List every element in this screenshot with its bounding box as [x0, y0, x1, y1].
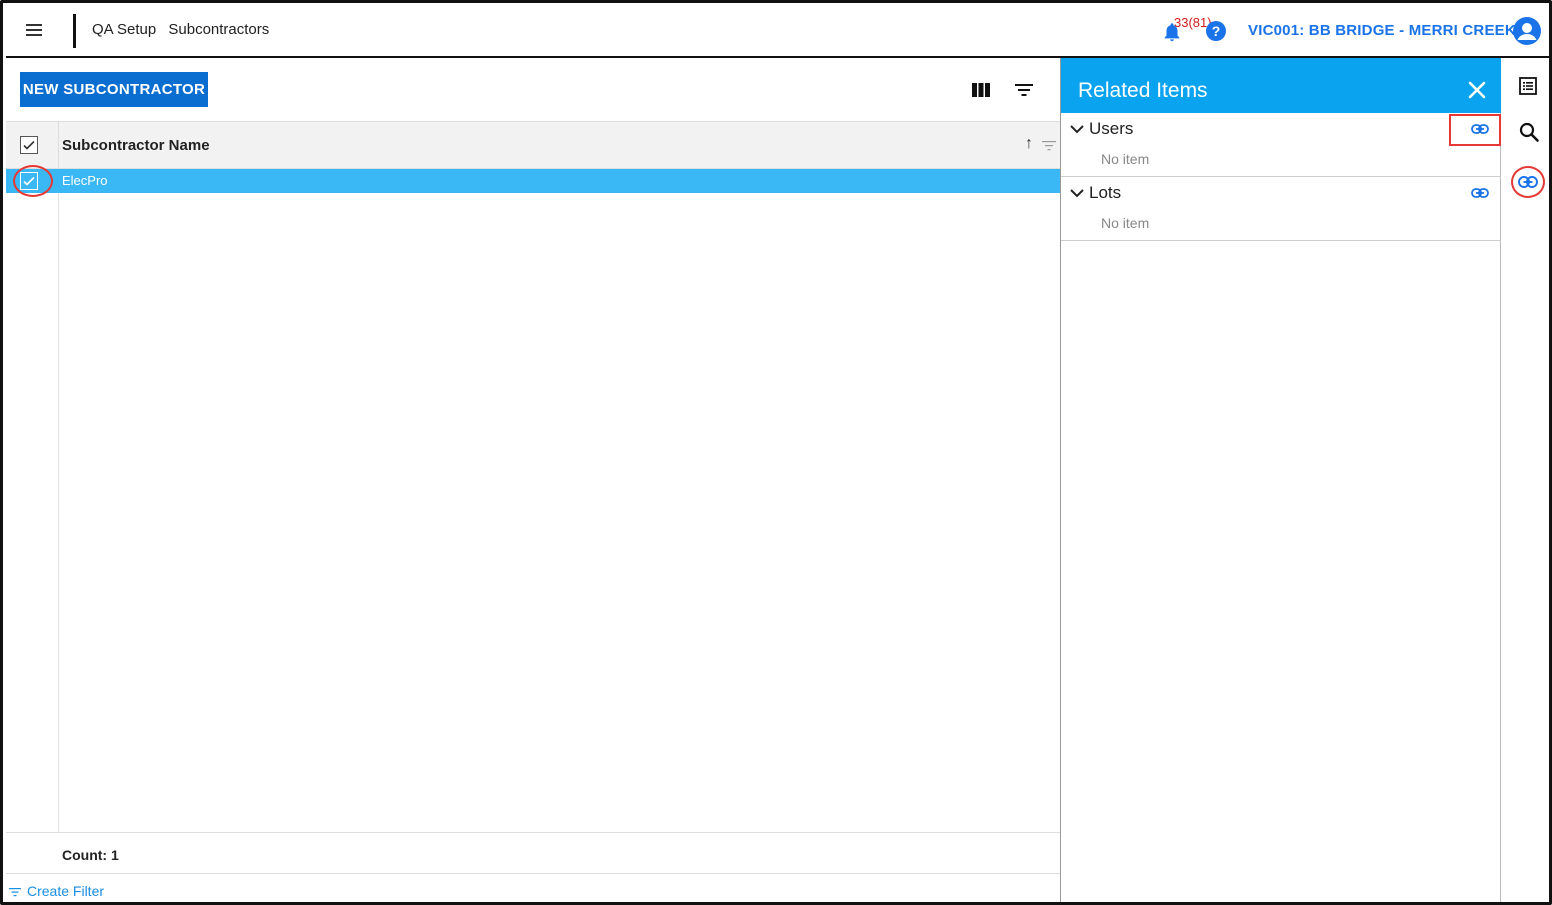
annotation-circle: [13, 165, 53, 197]
hamburger-icon[interactable]: [26, 22, 44, 36]
search-icon[interactable]: [1518, 121, 1540, 143]
right-rail: [1501, 58, 1549, 902]
breadcrumb: QA Setup Subcontractors: [92, 21, 277, 38]
help-icon[interactable]: ?: [1206, 21, 1226, 41]
count-footer: Count: 1: [6, 832, 1060, 874]
list-icon[interactable]: [1519, 77, 1537, 95]
sort-ascending-icon[interactable]: ↑: [1025, 135, 1033, 153]
related-section-lots: Lots No item: [1061, 177, 1501, 241]
close-icon[interactable]: [1467, 80, 1487, 100]
breadcrumb-subcontractors: Subcontractors: [168, 21, 270, 38]
filter-icon[interactable]: [1015, 82, 1033, 98]
related-section-users: Users No item: [1061, 113, 1501, 177]
row-subcontractor-name: ElecPro: [62, 173, 108, 188]
section-label-users[interactable]: Users: [1089, 119, 1133, 139]
app-window: QA Setup Subcontractors 33(81) ? VIC001:…: [0, 0, 1552, 905]
breadcrumb-qa-setup[interactable]: QA Setup: [92, 21, 156, 38]
create-filter-label: Create Filter: [27, 883, 105, 899]
header-divider: [73, 14, 76, 48]
column-separator: [58, 122, 59, 168]
column-filter-icon[interactable]: [1042, 140, 1056, 152]
chevron-down-icon[interactable]: [1069, 187, 1085, 199]
section-empty-lots: No item: [1101, 215, 1150, 231]
create-filter-icon: [9, 888, 21, 897]
project-selector[interactable]: VIC001: BB BRIDGE - MERRI CREEK: [1248, 22, 1516, 39]
create-filter-link[interactable]: Create Filter: [9, 883, 104, 899]
row-count: Count: 1: [62, 847, 119, 863]
column-separator: [58, 193, 59, 833]
annotation-box: [1449, 114, 1501, 146]
account-icon[interactable]: [1513, 17, 1541, 45]
link-icon[interactable]: [1471, 186, 1489, 200]
columns-icon[interactable]: [972, 83, 990, 97]
column-header-subcontractor-name[interactable]: Subcontractor Name: [62, 137, 210, 154]
table-row[interactable]: ElecPro: [6, 169, 1060, 193]
section-label-lots[interactable]: Lots: [1089, 183, 1121, 203]
related-items-panel: Related Items Users No item Lots No item: [1060, 58, 1501, 902]
grid-header: Subcontractor Name ↑: [6, 121, 1060, 169]
chevron-down-icon[interactable]: [1069, 123, 1085, 135]
top-header: QA Setup Subcontractors 33(81) ? VIC001:…: [6, 6, 1549, 58]
subcontractor-grid-area: NEW SUBCONTRACTOR Subcontractor Name ↑ E…: [6, 60, 1060, 902]
new-subcontractor-button[interactable]: NEW SUBCONTRACTOR: [20, 72, 208, 107]
related-items-header: Related Items: [1061, 58, 1501, 113]
section-empty-users: No item: [1101, 151, 1150, 167]
select-all-checkbox[interactable]: [20, 136, 38, 154]
annotation-circle: [1511, 166, 1545, 198]
panel-title: Related Items: [1078, 79, 1208, 102]
